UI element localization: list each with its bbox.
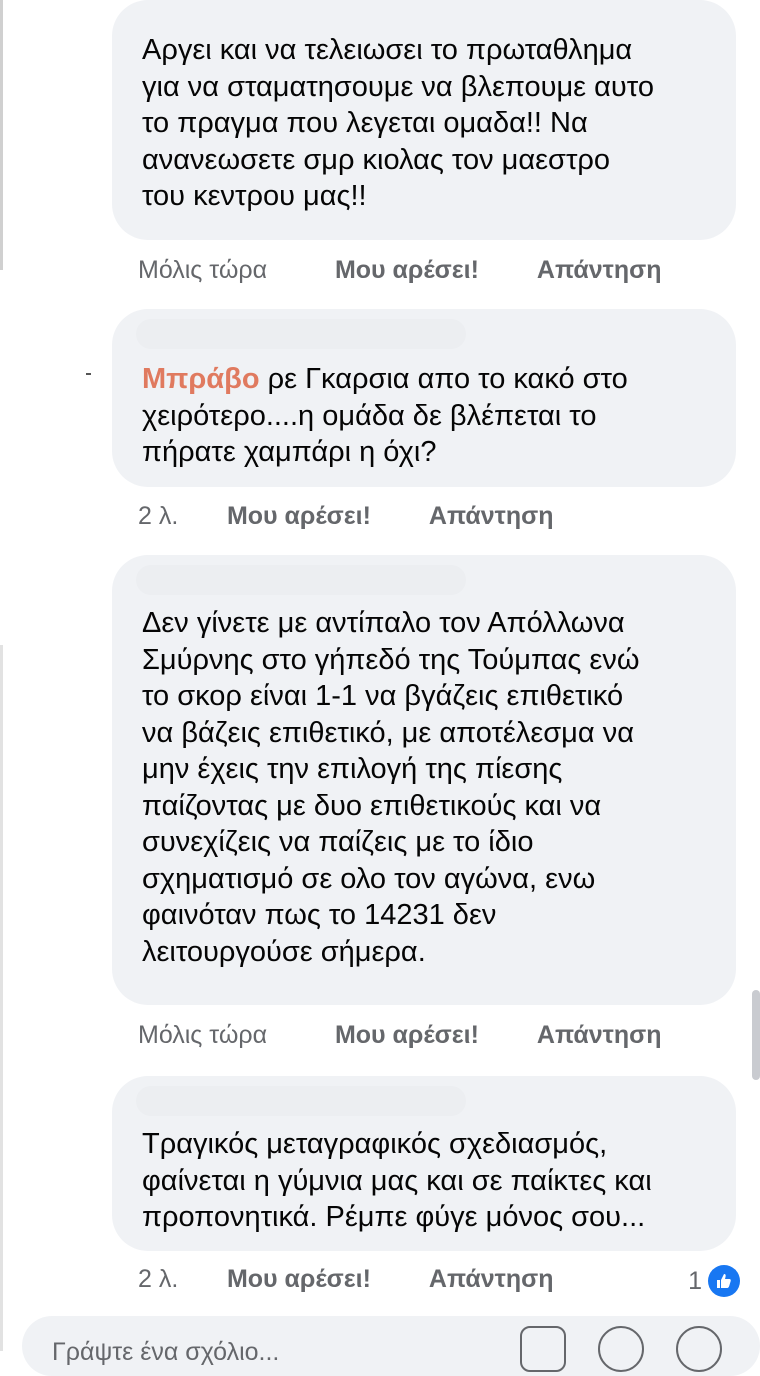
comment-timestamp[interactable]: 2 λ. xyxy=(138,502,220,531)
comment-actions: 2 λ. Μου αρέσει! Απάντηση xyxy=(138,1265,553,1294)
reaction-summary[interactable]: 1 xyxy=(688,1265,740,1297)
comment-author[interactable]: Μπράβο xyxy=(142,363,260,395)
like-link[interactable]: Μου αρέσει! xyxy=(227,1265,422,1294)
scrollbar-thumb[interactable] xyxy=(752,990,760,1080)
like-link[interactable]: Μου αρέσει! xyxy=(335,1021,530,1050)
reply-link[interactable]: Απάντηση xyxy=(537,256,662,285)
comment-input-placeholder[interactable]: Γράψτε ένα σχόλιο... xyxy=(52,1338,279,1367)
like-link[interactable]: Μου αρέσει! xyxy=(335,256,530,285)
comment-timestamp[interactable]: Μόλις τώρα xyxy=(138,256,328,285)
reply-link[interactable]: Απάντηση xyxy=(429,1265,554,1294)
comment-actions: Μόλις τώρα Μου αρέσει! Απάντηση xyxy=(138,1021,661,1050)
comment-text: Δεν γίνετε με αντίπαλο τον Απόλλωνα Σμύρ… xyxy=(142,607,640,968)
comment-text: Αργει και να τελειωσει το πρωταθλημα για… xyxy=(142,34,654,212)
reply-link[interactable]: Απάντηση xyxy=(429,502,554,531)
comment-actions: 2 λ. Μου αρέσει! Απάντηση xyxy=(138,502,553,531)
comment-actions: Μόλις τώρα Μου αρέσει! Απάντηση xyxy=(138,256,661,285)
left-edge-divider xyxy=(0,0,3,270)
gif-icon[interactable] xyxy=(520,1326,566,1372)
like-link[interactable]: Μου αρέσει! xyxy=(227,502,422,531)
comment-bubble[interactable]: Αργει και να τελειωσει το πρωταθλημα για… xyxy=(112,0,736,240)
reaction-count: 1 xyxy=(688,1266,702,1295)
author-name-blurred xyxy=(136,319,466,349)
comment-bubble[interactable]: Δεν γίνετε με αντίπαλο τον Απόλλωνα Σμύρ… xyxy=(112,555,736,1005)
thread-marker xyxy=(86,373,91,375)
author-name-blurred xyxy=(136,1086,466,1116)
reply-link[interactable]: Απάντηση xyxy=(537,1021,662,1050)
like-thumb-icon xyxy=(708,1265,740,1297)
comment-timestamp[interactable]: Μόλις τώρα xyxy=(138,1021,328,1050)
sticker-icon[interactable] xyxy=(598,1326,644,1372)
author-name-blurred xyxy=(136,565,466,595)
comment-timestamp[interactable]: 2 λ. xyxy=(138,1265,220,1294)
comment-bubble[interactable]: Μπράβο ρε Γκαρσια απο το κακό στο χειρότ… xyxy=(112,309,736,487)
comment-composer[interactable]: Γράψτε ένα σχόλιο... xyxy=(22,1316,760,1376)
left-edge-divider xyxy=(0,645,3,1351)
comment-bubble[interactable]: Τραγικός μεταγραφικός σχεδιασμός, φαίνετ… xyxy=(112,1076,736,1251)
emoji-icon[interactable] xyxy=(676,1326,722,1372)
